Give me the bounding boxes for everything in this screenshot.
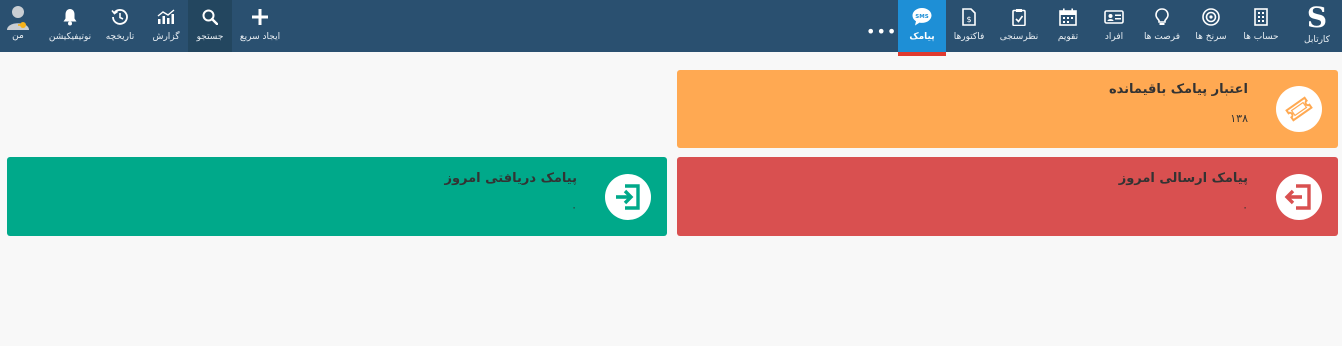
- clipboard-icon: [1012, 6, 1026, 28]
- nav-item-opportunities[interactable]: فرصت ها: [1140, 0, 1184, 52]
- nav-item-search[interactable]: جستجو: [188, 0, 232, 52]
- ticket-icon: [1276, 86, 1322, 132]
- nav-item-invoices[interactable]: $ فاکتورها: [946, 0, 992, 52]
- nav-item-reports[interactable]: گزارش: [146, 0, 186, 52]
- lightbulb-icon: [1155, 6, 1169, 28]
- card-value: ۰: [571, 201, 577, 214]
- nav-item-quick-create[interactable]: ایجاد سریع: [234, 0, 286, 52]
- nav-item-people[interactable]: افراد: [1096, 0, 1132, 52]
- nav-label: فاکتورها: [953, 32, 985, 42]
- nav-label: تاریخچه: [105, 32, 135, 42]
- nav-item-history[interactable]: تاریخچه: [98, 0, 142, 52]
- svg-text:$: $: [966, 15, 971, 24]
- card-value: ۱۳۸: [1230, 112, 1248, 125]
- contact-card-icon: [1104, 6, 1124, 28]
- sms-bubble-icon: SMS: [911, 6, 933, 28]
- card-title: پیامک دریافتی امروز: [444, 171, 577, 186]
- sign-in-icon: [605, 174, 651, 220]
- nav-item-sms[interactable]: SMS پیامک: [898, 0, 946, 56]
- nav-label: افراد: [1104, 32, 1124, 42]
- chart-icon: [157, 6, 175, 28]
- card-title: اعتبار پیامک باقیمانده: [1108, 82, 1248, 97]
- nav-item-me[interactable]: من: [0, 0, 36, 52]
- invoice-icon: $: [962, 6, 976, 28]
- bell-icon: [62, 6, 78, 28]
- nav-item-leads[interactable]: سرنخ ها: [1190, 0, 1232, 52]
- building-icon: [1254, 6, 1268, 28]
- nav-label: فرصت ها: [1143, 32, 1181, 42]
- calendar-icon: [1059, 6, 1077, 28]
- user-avatar-icon: [6, 5, 30, 31]
- nav-label: حساب ها: [1243, 32, 1279, 42]
- nav-label: سرنخ ها: [1195, 32, 1227, 42]
- target-icon: [1202, 6, 1220, 28]
- nav-label: نظرسنجی: [999, 32, 1039, 42]
- history-icon: [111, 6, 129, 28]
- nav-label: کارتابل: [1304, 35, 1330, 45]
- nav-item-accounts[interactable]: حساب ها: [1240, 0, 1282, 52]
- nav-item-calendar[interactable]: تقویم: [1050, 0, 1086, 52]
- search-icon: [202, 6, 218, 28]
- nav-label: پیامک: [909, 32, 935, 42]
- nav-label: تقویم: [1057, 32, 1079, 42]
- sign-out-icon: [1276, 174, 1322, 220]
- top-navigation-bar: S کارتابل حساب ها سرنخ ها فرصت ها افراد …: [0, 0, 1342, 56]
- nav-item-notifications[interactable]: نوتیفیکیشن: [44, 0, 96, 52]
- logo-s-icon: S: [1306, 1, 1328, 34]
- sms-icon-text: SMS: [915, 14, 928, 20]
- nav-item-dashboard[interactable]: S کارتابل: [1292, 0, 1342, 52]
- nav-label: جستجو: [196, 32, 224, 42]
- card-received-sms-today: پیامک دریافتی امروز ۰: [7, 157, 667, 236]
- active-indicator: [898, 52, 946, 56]
- card-title: پیامک ارسالی امروز: [1118, 171, 1248, 186]
- nav-label: نوتیفیکیشن: [48, 32, 92, 42]
- nav-label: گزارش: [152, 32, 180, 42]
- plus-icon: [252, 6, 268, 28]
- more-menu-button[interactable]: •••: [866, 22, 897, 41]
- nav-label: ایجاد سریع: [239, 32, 281, 42]
- nav-item-surveys[interactable]: نظرسنجی: [998, 0, 1040, 52]
- card-sent-sms-today: پیامک ارسالی امروز ۰: [677, 157, 1338, 236]
- card-value: ۰: [1242, 201, 1248, 214]
- card-remaining-sms-credit: اعتبار پیامک باقیمانده ۱۳۸: [677, 70, 1338, 148]
- nav-label: من: [12, 31, 24, 41]
